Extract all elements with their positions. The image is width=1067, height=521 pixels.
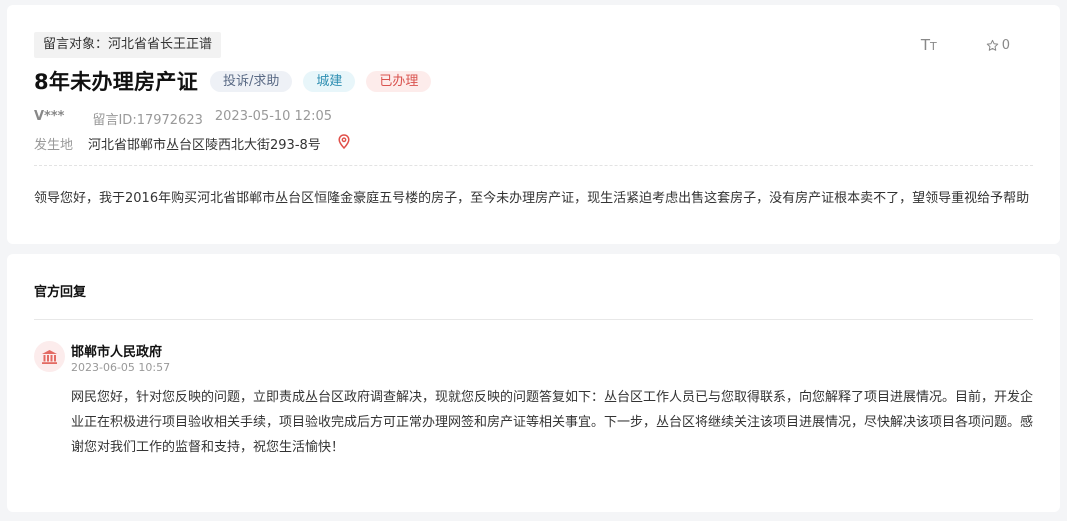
divider — [34, 165, 1033, 166]
message-card: 留言对象：河北省省长王正谱 8年未办理房产证 投诉/求助 城建 已办理 TT 0… — [7, 5, 1060, 244]
title-row: 8年未办理房产证 投诉/求助 城建 已办理 — [34, 66, 432, 96]
message-content: 领导您好，我于2016年购买河北省邯郸市丛台区恒隆金豪庭五号楼的房子，至今未办理… — [34, 191, 1030, 206]
font-size-icon: TT — [920, 36, 937, 54]
type-tag: 投诉/求助 — [210, 70, 293, 92]
reply-content: 网民您好，针对您反映的问题，立即责成丛台区政府调查解决，现就您反映的问题答复如下… — [71, 390, 1034, 455]
reply-card: 官方回复 邯郸市人民政府 2023-06-05 10:57 网民您好，针对您反映… — [7, 254, 1060, 512]
location-label: 发生地 — [34, 138, 74, 153]
font-size-button[interactable]: TT — [921, 36, 937, 54]
favorite-count: 0 — [1001, 37, 1010, 53]
message-id: 留言ID:17972623 — [92, 113, 203, 128]
message-datetime: 2023-05-10 12:05 — [214, 109, 333, 124]
reply-datetime: 2023-06-05 10:57 — [71, 361, 171, 374]
location-address: 河北省邯郸市丛台区陵西北大街293-8号 — [88, 138, 321, 153]
message-target: 留言对象：河北省省长王正谱 — [34, 32, 222, 58]
message-meta: V*** 留言ID:17972623 2023-05-10 12:05 — [34, 109, 332, 128]
map-pin-icon[interactable] — [338, 134, 350, 153]
reply-org: 邯郸市人民政府 — [71, 345, 163, 360]
category-tag: 城建 — [303, 70, 356, 92]
reply-heading: 官方回复 — [34, 285, 87, 300]
avatar — [34, 341, 65, 372]
star-outline-icon — [986, 39, 998, 51]
user-name: V*** — [34, 109, 65, 124]
government-building-icon — [42, 349, 57, 364]
divider — [34, 319, 1033, 320]
location-row: 发生地 河北省邯郸市丛台区陵西北大街293-8号 — [34, 134, 350, 153]
page-title: 8年未办理房产证 — [34, 70, 199, 94]
toolbar: TT 0 — [921, 36, 1010, 54]
favorite-button[interactable]: 0 — [986, 38, 1010, 53]
status-badge: 已办理 — [366, 70, 432, 92]
